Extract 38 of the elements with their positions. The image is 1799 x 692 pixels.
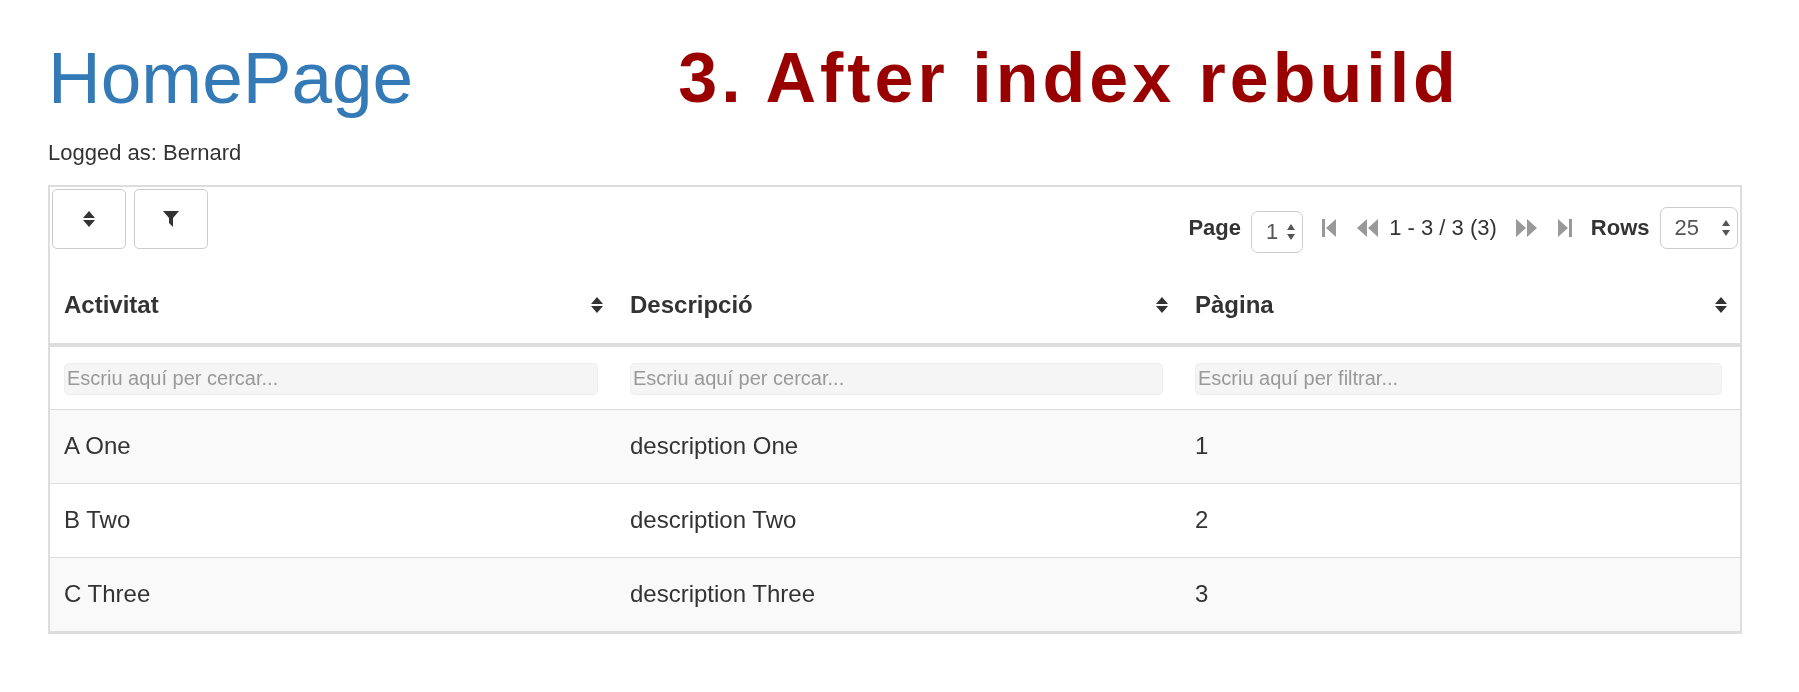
next-page-icon[interactable] — [1514, 217, 1539, 238]
table-cell: 2 — [1181, 483, 1740, 558]
sort-icon[interactable] — [82, 209, 96, 228]
table-cell: B Two — [50, 483, 616, 558]
table-cell: C Three — [50, 557, 616, 632]
column-header-label: Activitat — [64, 289, 159, 320]
logged-in-user-text: Logged as: Bernard — [48, 138, 243, 167]
filter-icon[interactable] — [162, 209, 180, 228]
rows-per-page-select[interactable]: 25 — [1659, 206, 1738, 249]
column-header[interactable]: Activitat — [50, 266, 616, 347]
page-label: Page — [1188, 214, 1241, 243]
table-cell: description Two — [616, 483, 1181, 558]
filter-button[interactable] — [134, 188, 208, 249]
column-filter-field[interactable]: Escriu aquí per cercar... — [630, 362, 1163, 395]
table-cell: 3 — [1181, 557, 1740, 632]
rows-label: Rows — [1590, 214, 1650, 243]
column-filter-field[interactable]: Escriu aquí per filtrar... — [1195, 362, 1722, 395]
sort-icon[interactable] — [590, 295, 604, 314]
page-title: HomePage — [48, 36, 414, 120]
previous-page-icon[interactable] — [1355, 217, 1380, 238]
annotation-heading: 3. After index rebuild — [678, 37, 1460, 119]
column-header-label: Descripció — [630, 289, 753, 320]
sort-icon[interactable] — [1714, 295, 1728, 314]
sort-icon[interactable] — [1155, 295, 1169, 314]
first-page-icon[interactable] — [1321, 217, 1338, 238]
column-header[interactable]: Pàgina — [1181, 266, 1740, 347]
spinner-arrows-icon[interactable] — [1286, 222, 1297, 241]
column-header-label: Pàgina — [1195, 289, 1274, 320]
table-cell: description Three — [616, 557, 1181, 632]
last-page-icon[interactable] — [1556, 217, 1573, 238]
table-cell: description One — [616, 409, 1181, 484]
page-select[interactable]: 1 — [1251, 210, 1304, 253]
table-cell: 1 — [1181, 409, 1740, 484]
table-cell: A One — [50, 409, 616, 484]
record-range-text: 1 - 3 / 3 (3) — [1389, 214, 1497, 243]
column-filter-field[interactable]: Escriu aquí per cercar... — [64, 362, 598, 395]
spinner-arrows-icon[interactable] — [1721, 218, 1731, 237]
column-header[interactable]: Descripció — [616, 266, 1181, 347]
